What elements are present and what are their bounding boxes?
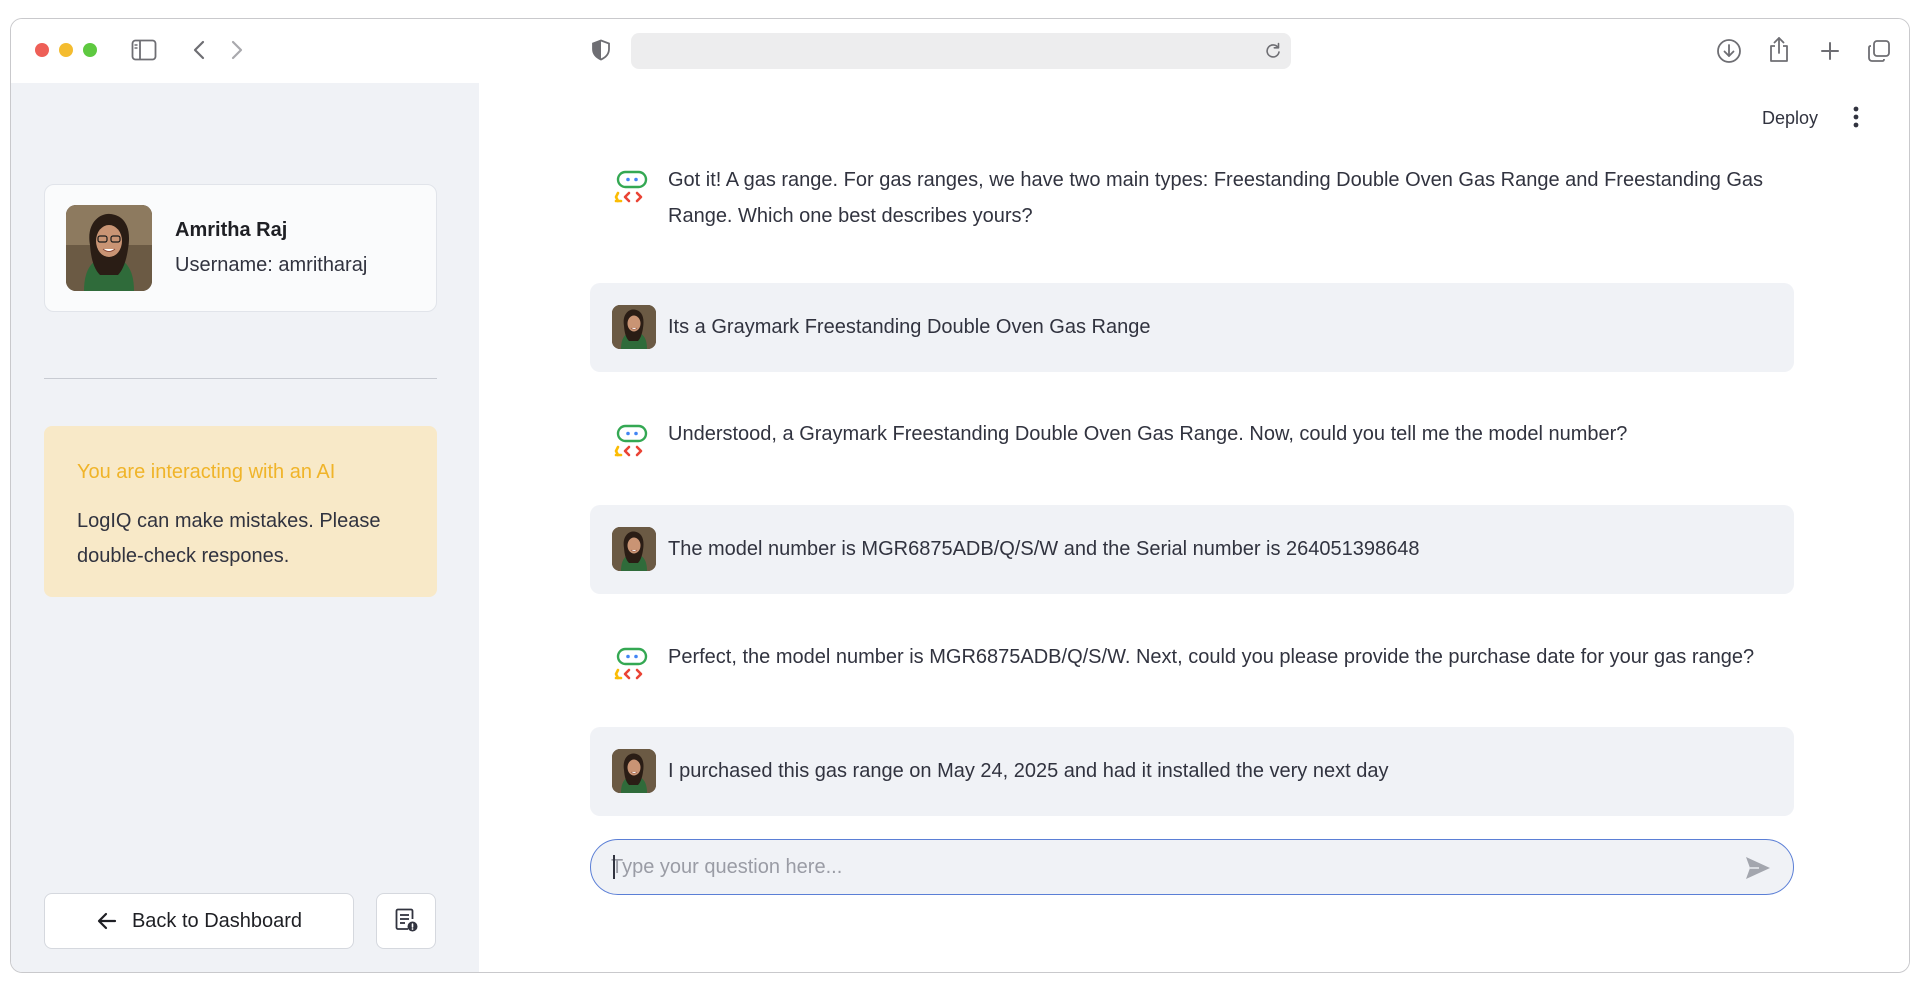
share-icon[interactable] (1765, 35, 1793, 65)
ai-notice-body: LogIQ can make mistakes. Please double-c… (77, 510, 381, 567)
ai-notice-title: You are interacting with an AI (77, 461, 336, 483)
chevron-left-icon[interactable] (187, 37, 211, 63)
chat-message-text: Got it! A gas range. For gas ranges, we … (668, 169, 1764, 227)
sidebar-icon[interactable] (131, 39, 157, 61)
text-caret (613, 855, 615, 879)
chat-input[interactable] (611, 848, 1721, 886)
close-window-button[interactable] (35, 43, 49, 57)
chevron-right-icon[interactable] (225, 37, 249, 63)
browser-window: Amritha Raj Username: amritharaj You are… (10, 18, 1910, 973)
avatar (612, 305, 656, 349)
avatar (66, 205, 152, 291)
reload-icon[interactable] (1263, 41, 1283, 61)
address-bar[interactable] (631, 33, 1291, 69)
browser-toolbar (11, 19, 1909, 83)
profile-name: Amritha Raj (175, 219, 288, 241)
chat-message-text: The model number is MGR6875ADB/Q/S/W and… (668, 538, 1420, 560)
chat-message-assistant: Perfect, the model number is MGR6875ADB/… (590, 644, 1794, 692)
chat-message-text: Its a Graymark Freestanding Double Oven … (668, 316, 1151, 338)
bot-icon (612, 167, 656, 211)
chat-message-user: Its a Graymark Freestanding Double Oven … (590, 283, 1794, 372)
chat-message-user: I purchased this gas range on May 24, 20… (590, 727, 1794, 816)
back-to-dashboard-button[interactable]: Back to Dashboard (44, 893, 354, 949)
ai-notice: You are interacting with an AI LogIQ can… (44, 426, 437, 597)
minimize-window-button[interactable] (59, 43, 73, 57)
chat-main: Deploy Got it! A gas range. For gas rang… (479, 83, 1909, 972)
report-button[interactable] (376, 893, 436, 949)
avatar (612, 749, 656, 793)
plus-icon[interactable] (1816, 37, 1844, 65)
chat-message-text: Perfect, the model number is MGR6875ADB/… (668, 646, 1755, 668)
profile-card: Amritha Raj Username: amritharaj (44, 184, 437, 312)
arrow-left-icon (96, 910, 118, 932)
back-to-dashboard-label: Back to Dashboard (131, 909, 303, 932)
chat-message-user: The model number is MGR6875ADB/Q/S/W and… (590, 505, 1794, 594)
chat-message-text: I purchased this gas range on May 24, 20… (668, 760, 1389, 782)
chat-input-container (590, 839, 1794, 895)
tabs-overview-icon[interactable] (1865, 37, 1893, 65)
avatar (612, 527, 656, 571)
zoom-window-button[interactable] (83, 43, 97, 57)
chat-message-text: Understood, a Graymark Freestanding Doub… (668, 423, 1628, 445)
send-icon[interactable] (1743, 854, 1773, 882)
sidebar: Amritha Raj Username: amritharaj You are… (11, 83, 479, 972)
bot-icon (612, 644, 656, 688)
chat-message-assistant: Understood, a Graymark Freestanding Doub… (590, 421, 1794, 469)
download-icon[interactable] (1715, 37, 1743, 65)
shield-icon[interactable] (589, 37, 613, 63)
sidebar-divider (44, 378, 437, 379)
deploy-button[interactable]: Deploy (1762, 108, 1818, 129)
chat-message-assistant: Got it! A gas range. For gas ranges, we … (590, 167, 1794, 247)
bot-icon (612, 421, 656, 465)
kebab-menu-icon[interactable] (1846, 103, 1866, 131)
report-icon (393, 907, 419, 936)
profile-username: Username: amritharaj (175, 254, 368, 276)
